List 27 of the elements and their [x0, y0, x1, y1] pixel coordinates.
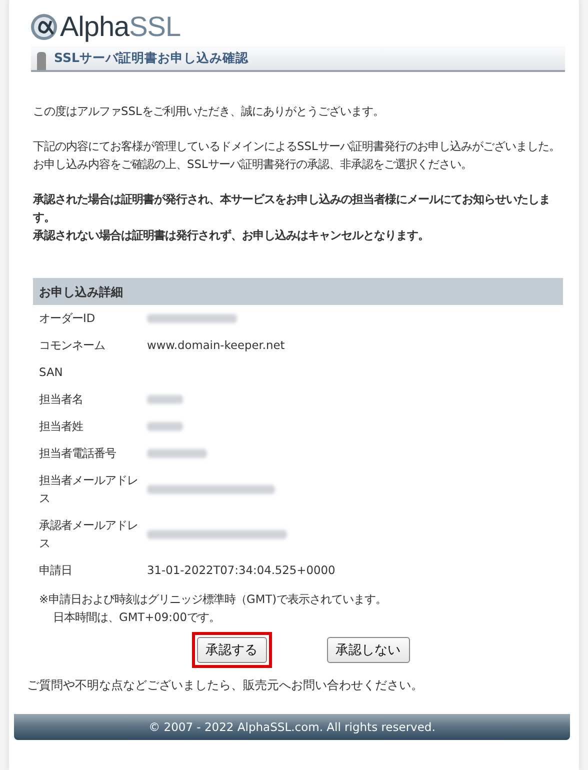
logo-text: AlphaSSL [60, 11, 181, 43]
field-label: 担当者名 [39, 391, 84, 408]
details-header: お申し込み詳細 [33, 278, 563, 305]
field-value: www.domain-keeper.net [147, 337, 286, 354]
approve-button[interactable]: 承認する [196, 637, 266, 663]
time-note: ※申請日および時刻はグリニッジ標準時（GMT)で表示されています。 [39, 591, 388, 608]
field-label: オーダーID [39, 310, 96, 327]
time-note: 日本時間は、GMT+09:00です。 [52, 609, 221, 626]
page-title: SSLサーバ証明書お申し込み確認 [54, 50, 248, 66]
notice-text: 承認された場合は証明書が発行され、本サービスをお申し込みの担当者様にメールにてお知らせいたします。 [33, 191, 551, 226]
instruction-text: お申し込み内容をご確認の上、SSLサーバ証明書発行の承認、非承認をご選択ください。 [33, 156, 473, 173]
intro-text: この度はアルファSSLをご利用いただき、誠にありがとうございます。 [33, 103, 385, 120]
field-label: 申請日 [39, 562, 73, 579]
title-marker-icon [37, 52, 46, 70]
footer-bar: © 2007 - 2022 AlphaSSL.com. All rights reserved. [14, 714, 570, 740]
field-label: 担当者電話番号 [39, 445, 117, 462]
field-value: 31-01-2022T07:34:04.525+0000 [147, 562, 336, 579]
field-label: 担当者姓 [39, 418, 84, 435]
contact-text: ご質問や不明な点などございましたら、販売元へお問い合わせください。 [27, 677, 424, 694]
alpha-logo-icon [29, 12, 59, 42]
reject-button[interactable]: 承認しない [326, 637, 410, 663]
instruction-text: 下記の内容にてお客様が管理しているドメインによるSSLサーバ証明書発行のお申し込みがございました。 [33, 138, 561, 155]
field-label: 担当者メールアドレス [39, 472, 139, 507]
field-label: SAN [39, 364, 64, 381]
notice-text: 承認されない場合は証明書は発行されず、お申し込みはキャンセルとなります。 [33, 227, 430, 244]
field-label: コモンネーム [39, 337, 106, 354]
field-label: 承認者メールアドレス [39, 517, 139, 552]
